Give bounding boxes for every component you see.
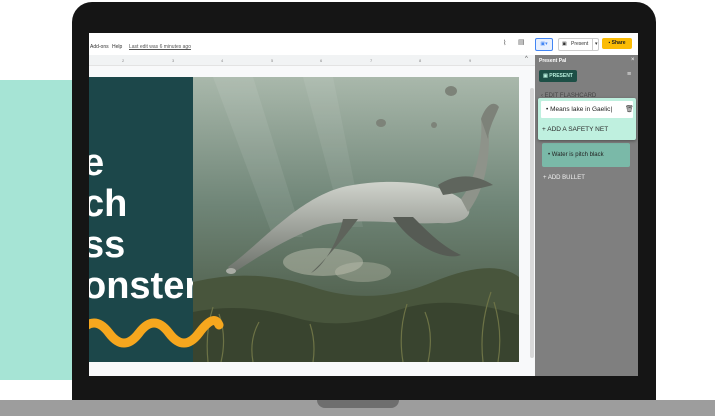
menu-help[interactable]: Help	[112, 44, 122, 50]
ruler-tick: 7	[370, 58, 373, 63]
bullet-edit-popup: • Means lake in Gaelic| 🗑 + ADD A SAFETY…	[538, 98, 636, 140]
add-safety-net-label: ADD A SAFETY NET	[547, 126, 609, 133]
meet-icon[interactable]: ▣▾	[535, 38, 553, 51]
laptop-notch	[317, 400, 399, 408]
share-label: Share	[611, 40, 626, 46]
bullet-text: Water is pitch black	[551, 152, 604, 158]
ruler: 2 3 4 5 6 7 8 9 ^	[89, 55, 535, 66]
slide-title-line: e	[89, 142, 105, 184]
slide-canvas[interactable]: e ch ss onster	[89, 77, 519, 362]
ruler-tick: 5	[271, 58, 274, 63]
slide-title-line: ch	[89, 183, 128, 225]
menu-addons[interactable]: Add-ons	[90, 44, 109, 50]
ruler-tick: 4	[221, 58, 224, 63]
slide-title-line: ss	[89, 224, 126, 266]
present-icon: ▣	[562, 41, 567, 47]
slide-title-line: onster	[89, 265, 193, 307]
present-button[interactable]: ▣ PRESENT	[539, 70, 577, 82]
add-bullet-button[interactable]: + ADD BULLET	[543, 175, 585, 181]
ruler-tick: 6	[320, 58, 323, 63]
chevron-down-icon[interactable]: ▾	[592, 39, 598, 50]
close-icon[interactable]: ×	[631, 57, 635, 63]
ruler-tick: 3	[172, 58, 175, 63]
ruler-tick: 9	[469, 58, 472, 63]
bullet-text-input[interactable]: • Means lake in Gaelic| 🗑	[541, 101, 634, 118]
present-top-button[interactable]: ▣ Present ▾	[558, 38, 599, 51]
add-safety-net-button[interactable]: + ADD A SAFETY NET	[542, 126, 608, 133]
comment-icon[interactable]: ▤	[518, 38, 525, 46]
orange-squiggle-decoration	[89, 316, 224, 348]
bullet-input-value: Means lake in Gaelic	[550, 106, 611, 113]
ruler-tick: 8	[419, 58, 422, 63]
last-edit-link[interactable]: Last edit was 6 minutes ago	[129, 44, 191, 50]
share-button[interactable]: ▪ Share	[602, 38, 632, 49]
panel-title: Present Pal	[539, 58, 567, 64]
trash-icon[interactable]: 🗑	[625, 105, 634, 113]
bullet-input-text: • Means lake in Gaelic|	[546, 106, 613, 113]
present-top-label: Present	[571, 41, 589, 47]
menu-icon[interactable]: ≡	[627, 71, 631, 78]
menu-bar: Add-ons Help Last edit was 6 minutes ago	[89, 33, 638, 56]
flashcard-bullet[interactable]: • Water is pitch black	[542, 143, 630, 167]
plesiosaur-underwater-image	[193, 77, 519, 362]
vertical-scrollbar[interactable]	[530, 88, 534, 358]
present-button-label: PRESENT	[549, 73, 573, 79]
add-bullet-label: ADD BULLET	[547, 175, 585, 181]
ruler-tick: 2	[122, 58, 125, 63]
trend-icon[interactable]: ⌇	[503, 39, 506, 47]
flashcard-bullet-text: • Water is pitch black	[548, 152, 604, 158]
slide-title: e ch ss onster	[89, 143, 193, 307]
collapse-ruler-icon[interactable]: ^	[525, 56, 528, 62]
laptop-screen: Add-ons Help Last edit was 6 minutes ago…	[89, 33, 638, 376]
